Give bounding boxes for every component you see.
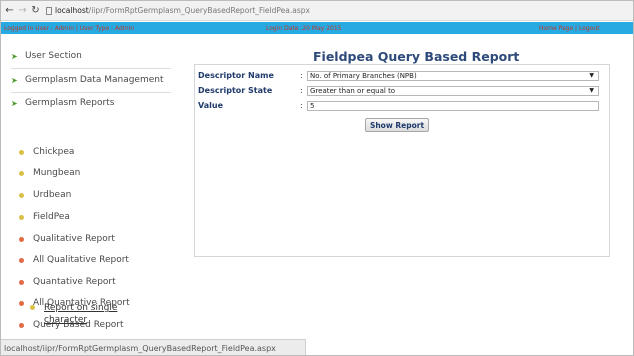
sidebar-item-all-qualitative-report[interactable]: All Qualitative Report: [19, 255, 129, 265]
sidebar-item-label: User Section: [25, 51, 82, 61]
home-logout-links[interactable]: Home Page | Logout: [539, 25, 600, 32]
user-info: Logged in User : Admin | User Type : Adm…: [4, 24, 135, 32]
value-input[interactable]: 5: [307, 101, 599, 111]
sidebar-item-label: Germplasm Reports: [25, 98, 115, 108]
bullet-icon: [19, 279, 24, 285]
bullet-icon: [19, 214, 24, 220]
bullet-icon: [19, 149, 24, 155]
url-path: /iipr/FormRptGermplasm_QueryBasedReport_…: [88, 6, 310, 15]
status-bar: localhost/iipr/FormRptGermplasm_QueryBas…: [1, 339, 306, 355]
colon: :: [300, 101, 303, 110]
dropdown-caret-icon: ▼: [589, 87, 594, 94]
chevron-right-icon: ➤: [11, 51, 18, 61]
sidebar-item-label: Mungbean: [33, 168, 81, 178]
descriptor-state-value: Greater than or equal to: [310, 87, 396, 95]
sidebar-item-germplasm-data-management[interactable]: ➤ Germplasm Data Management: [11, 75, 164, 85]
sidebar-item-user-section[interactable]: ➤ User Section: [11, 51, 82, 61]
sidebar-item-label: FieldPea: [33, 212, 70, 222]
browser-toolbar: ← → ↻ localhost/iipr/FormRptGermplasm_Qu…: [1, 1, 633, 21]
divider: [11, 68, 171, 69]
sidebar: ➤ User Section ➤ Germplasm Data Manageme…: [1, 34, 181, 339]
sidebar-item-label: All Qualitative Report: [33, 255, 129, 265]
sidebar-item-qualitative-report[interactable]: Qualitative Report: [19, 234, 115, 244]
descriptor-state-label: Descriptor State: [198, 86, 273, 95]
descriptor-name-select[interactable]: No. of Primary Branches (NPB) ▼: [307, 71, 599, 81]
sidebar-item-quantative-report[interactable]: Quantative Report: [19, 277, 116, 287]
sidebar-item-mungbean[interactable]: Mungbean: [19, 168, 80, 178]
sidebar-item-label: Qualitative Report: [33, 234, 115, 244]
colon: :: [300, 71, 303, 80]
page-icon: [46, 6, 52, 15]
descriptor-state-select[interactable]: Greater than or equal to ▼: [307, 86, 599, 96]
chevron-right-icon: ➤: [11, 98, 18, 108]
bullet-icon: [19, 257, 24, 263]
descriptor-name-label: Descriptor Name: [198, 71, 274, 80]
dropdown-caret-icon: ▼: [589, 72, 594, 79]
page: ← → ↻ localhost/iipr/FormRptGermplasm_Qu…: [0, 0, 634, 356]
sidebar-item-chickpea[interactable]: Chickpea: [19, 147, 74, 157]
divider: [11, 92, 171, 93]
bullet-icon: [19, 300, 24, 306]
sidebar-item-fieldpea[interactable]: FieldPea: [19, 212, 70, 222]
url-host: localhost: [55, 6, 89, 15]
sidebar-item-urdbean[interactable]: Urdbean: [19, 190, 71, 200]
report-on-single-character-link[interactable]: Report on single character: [44, 302, 117, 326]
query-form-panel: Descriptor Name : No. of Primary Branche…: [194, 64, 610, 257]
sidebar-item-label: Germplasm Data Management: [25, 75, 164, 85]
value-text: 5: [310, 102, 315, 110]
sidebar-item-germplasm-reports[interactable]: ➤ Germplasm Reports: [11, 98, 114, 108]
bullet-icon: [19, 192, 24, 198]
value-row: Value :: [198, 101, 304, 110]
bullet-icon: [19, 322, 24, 328]
bullet-icon: [19, 236, 24, 242]
login-date: Login Date :20 May 2015: [266, 24, 342, 32]
back-icon[interactable]: ←: [5, 5, 14, 17]
bullet-icon: [30, 305, 35, 310]
sidebar-item-label: Quantative Report: [33, 277, 116, 287]
page-title: Fieldpea Query Based Report: [313, 49, 520, 64]
info-bar: Logged in User : Admin | User Type : Adm…: [1, 22, 633, 34]
sidebar-item-report-on-single-character[interactable]: Report on single character: [30, 302, 117, 326]
forward-icon[interactable]: →: [18, 5, 27, 17]
link-line-2: character: [44, 315, 88, 325]
link-line-1: Report on single: [44, 303, 118, 313]
descriptor-name-row: Descriptor Name :: [198, 71, 304, 80]
value-label: Value: [198, 101, 224, 110]
address-bar[interactable]: localhost/iipr/FormRptGermplasm_QueryBas…: [46, 6, 310, 15]
reload-icon[interactable]: ↻: [31, 5, 40, 17]
descriptor-state-row: Descriptor State :: [198, 86, 304, 95]
colon: :: [300, 86, 303, 95]
show-report-button[interactable]: Show Report: [365, 118, 429, 132]
bullet-icon: [19, 170, 24, 176]
sidebar-item-label: Urdbean: [33, 190, 72, 200]
chevron-right-icon: ➤: [11, 75, 18, 85]
descriptor-name-value: No. of Primary Branches (NPB): [310, 72, 417, 80]
sidebar-item-label: Chickpea: [33, 147, 75, 157]
